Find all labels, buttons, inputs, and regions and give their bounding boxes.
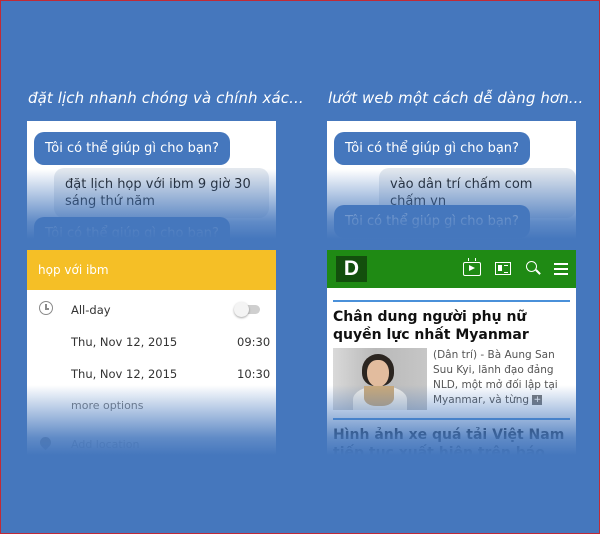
video-icon[interactable] [463, 262, 481, 276]
all-day-toggle[interactable] [234, 302, 260, 317]
chat-panel-browse: Tôi có thể giúp gì cho bạn? vào dân trí … [327, 121, 576, 239]
site-logo[interactable]: D [336, 256, 367, 282]
divider [333, 418, 570, 420]
end-date[interactable]: Thu, Nov 12, 2015 [71, 367, 177, 381]
event-title[interactable]: họp với ibm [27, 250, 276, 290]
start-date[interactable]: Thu, Nov 12, 2015 [71, 335, 177, 349]
more-options-link[interactable]: more options [71, 399, 144, 412]
clock-icon [39, 301, 53, 315]
location-pin-icon [37, 434, 54, 451]
headline-main[interactable]: Chân dung người phụ nữ quyền lực nhất My… [333, 308, 570, 344]
assistant-bubble-faded: Tôi có thể giúp gì cho bạn? [34, 217, 230, 239]
assistant-bubble: Tôi có thể giúp gì cho bạn? [334, 132, 530, 165]
news-site-view: D Chân dung người phụ nữ quyền lực nhất … [327, 250, 576, 455]
article-summary: (Dân trí) - Bà Aung San Suu Kyi, lãnh đạ… [433, 348, 572, 408]
divider [333, 300, 570, 302]
newspaper-icon[interactable] [495, 262, 511, 275]
site-toolbar: D [327, 250, 576, 288]
menu-icon[interactable] [554, 263, 568, 275]
end-time[interactable]: 10:30 [237, 367, 270, 381]
assistant-bubble: Tôi có thể giúp gì cho bạn? [34, 132, 230, 165]
add-location-field[interactable]: Add location [71, 438, 139, 451]
expand-plus-icon[interactable]: + [532, 395, 543, 405]
user-bubble: đặt lịch họp với ibm 9 giờ 30 sáng thứ n… [54, 168, 269, 218]
article-photo[interactable] [333, 348, 427, 410]
headline-second[interactable]: Hình ảnh xe quá tải Việt Nam tiếp tục xu… [333, 426, 570, 455]
assistant-bubble-faded: Tôi có thể giúp gì cho bạn? [334, 205, 530, 238]
calendar-event-card: họp với ibm All-day Thu, Nov 12, 2015 09… [27, 250, 276, 455]
all-day-label: All-day [71, 303, 111, 317]
start-time[interactable]: 09:30 [237, 335, 270, 349]
search-icon[interactable] [526, 261, 537, 272]
caption-scheduling: đặt lịch nhanh chóng và chính xác... [28, 89, 304, 107]
chat-panel-schedule: Tôi có thể giúp gì cho bạn? đặt lịch họp… [27, 121, 276, 239]
caption-browsing: lướt web một cách dễ dàng hơn... [328, 89, 584, 107]
